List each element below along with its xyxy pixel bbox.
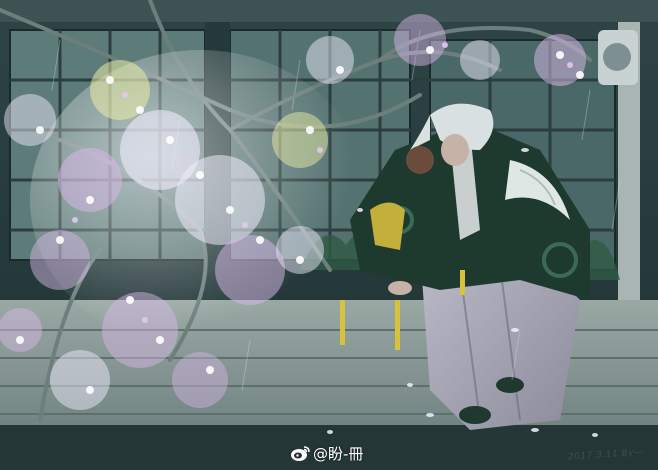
weibo-icon (291, 446, 310, 461)
watermark: @盼-冊 (290, 443, 363, 464)
illustration (0, 0, 658, 470)
artwork-frame: @盼-冊 2017.3.11 By— (0, 0, 658, 470)
eaves (0, 0, 658, 22)
watermark-handle: @盼-冊 (313, 445, 364, 463)
